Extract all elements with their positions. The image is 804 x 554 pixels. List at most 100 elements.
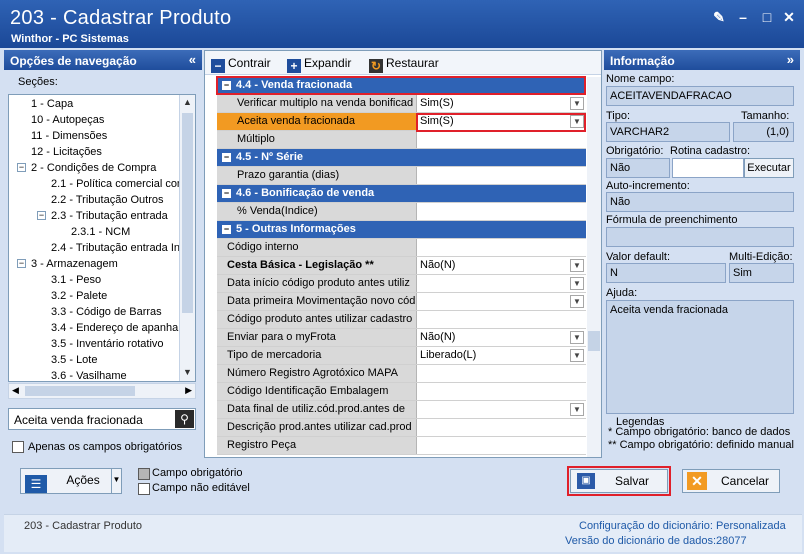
grid-property[interactable]: Data final de utiliz.cód.prod.antes de ▼ [217,401,586,419]
tree-item[interactable]: 2.1 - Política comercial comp [51,177,192,191]
tree-item[interactable]: 3.5 - Inventário rotativo [51,337,164,351]
grid-property[interactable]: Registro Peça [217,437,586,455]
grid-property[interactable]: Código interno [217,239,586,257]
search-icon[interactable]: ⚲ [175,410,194,428]
property-value[interactable] [418,419,586,436]
grid-property[interactable]: Cesta Básica - Legislação ** Não(N) ▼ [217,257,586,275]
property-value[interactable] [418,383,586,400]
property-value[interactable] [418,239,586,256]
tree-item[interactable]: 3.1 - Peso [51,273,101,287]
section-search[interactable]: Aceita venda fracionada ⚲ [8,408,196,430]
property-value[interactable]: ▼ [418,275,586,292]
tree-collapse-toggle[interactable]: − [17,259,26,268]
property-value[interactable]: Não(N) ▼ [418,257,586,274]
grid-property[interactable]: % Venda(Indice) [217,203,586,221]
grid-property[interactable]: Descrição prod.antes utilizar cad.prod [217,419,586,437]
property-value[interactable] [418,167,586,184]
category-collapse-toggle[interactable]: − [222,225,231,234]
tree-item[interactable]: 3.5 - Lote [51,353,97,367]
chevron-down-icon[interactable]: ▼ [570,97,584,110]
scroll-right-arrow-icon[interactable]: ▶ [185,385,192,396]
edit-window-icon[interactable]: ✎ [710,8,728,26]
grid-category[interactable]: −4.4 - Venda fracionada [217,77,586,95]
chevron-down-icon[interactable]: ▼ [570,115,584,128]
collapse-info-icon[interactable]: » [787,52,794,67]
grid-category[interactable]: −5 - Outras Informações [217,221,586,239]
only-required-checkbox[interactable] [12,441,24,453]
property-value[interactable]: Liberado(L) ▼ [418,347,586,364]
restore-button[interactable]: ↻ Restaurar [369,54,439,73]
grid-property[interactable]: Tipo de mercadoria Liberado(L) ▼ [217,347,586,365]
collapse-button[interactable]: − Contrair [211,54,271,73]
tree-item[interactable]: 12 - Licitações [31,145,102,159]
grid-property[interactable]: Prazo garantia (dias) [217,167,586,185]
grid-category[interactable]: −4.5 - Nº Série [217,149,586,167]
property-value[interactable]: ▼ [418,293,586,310]
chevron-down-icon[interactable]: ▼ [570,259,584,272]
grid-property[interactable]: Data início código produto antes utiliz ▼ [217,275,586,293]
scroll-up-arrow-icon[interactable]: ▲ [182,97,193,109]
tree-item[interactable]: 3 - Armazenagem [31,257,118,271]
execute-button[interactable]: Executar [744,158,794,178]
expand-button[interactable]: + Expandir [287,54,351,73]
chevron-down-icon[interactable]: ▼ [570,277,584,290]
hscroll-thumb[interactable] [25,386,135,396]
tree-item[interactable]: 3.4 - Endereço de apanha [51,321,178,335]
tree-item[interactable]: 2.4 - Tributação entrada In [51,241,180,255]
grid-property[interactable]: Data primeira Movimentação novo cód ▼ [217,293,586,311]
grid-scroll-thumb[interactable] [588,331,600,351]
property-value[interactable] [418,203,586,220]
tree-item[interactable]: 2.3.1 - NCM [71,225,130,239]
minimize-button[interactable]: – [734,8,752,26]
property-value[interactable]: Não(N) ▼ [418,329,586,346]
actions-button[interactable]: ☰ Ações ▼ [20,468,122,494]
tree-scrollbar[interactable]: ▲ ▼ [179,95,195,381]
category-collapse-toggle[interactable]: − [222,189,231,198]
search-input[interactable]: Aceita venda fracionada [14,413,143,427]
scroll-down-arrow-icon[interactable]: ▼ [182,367,193,379]
tree-collapse-toggle[interactable]: − [17,163,26,172]
category-collapse-toggle[interactable]: − [222,81,231,90]
grid-category[interactable]: −4.6 - Bonificação de venda [217,185,586,203]
grid-property[interactable]: Múltiplo [217,131,586,149]
category-collapse-toggle[interactable]: − [222,153,231,162]
tree-collapse-toggle[interactable]: − [37,211,46,220]
tree-item[interactable]: 11 - Dimensões [31,129,107,143]
cancel-button[interactable]: ✕ Cancelar [682,469,780,493]
property-value[interactable]: ▼ [418,401,586,418]
grid-scrollbar[interactable] [587,77,601,457]
chevron-down-icon[interactable]: ▼ [570,295,584,308]
scroll-thumb[interactable] [182,113,193,313]
tree-hscrollbar[interactable]: ◀ ▶ [8,383,196,399]
chevron-down-icon[interactable]: ▼ [570,403,584,416]
chevron-down-icon[interactable]: ▼ [111,469,121,493]
close-button[interactable]: ✕ [780,8,798,26]
grid-property[interactable]: Enviar para o myFrota Não(N) ▼ [217,329,586,347]
property-value[interactable]: Sim(S) ▼ [418,95,586,112]
grid-property[interactable]: Verificar multiplo na venda bonificad Sim… [217,95,586,113]
tree-item[interactable]: 2.2 - Tributação Outros [51,193,164,207]
chevron-down-icon[interactable]: ▼ [570,349,584,362]
tree-item[interactable]: 3.2 - Palete [51,289,107,303]
grid-property[interactable]: Código Identificação Embalagem [217,383,586,401]
save-button[interactable]: ▣ Salvar [570,469,668,493]
property-value[interactable] [418,365,586,382]
property-value[interactable] [418,131,586,148]
tree-item[interactable]: 3.3 - Código de Barras [51,305,162,319]
property-value[interactable] [418,437,586,454]
grid-property[interactable]: Código produto antes utilizar cadastro [217,311,586,329]
chevron-down-icon[interactable]: ▼ [570,331,584,344]
tree-item[interactable]: 2 - Condições de Compra [31,161,156,175]
tree-item[interactable]: 1 - Capa [31,97,73,111]
property-value[interactable]: Sim(S) ▼ [418,113,586,130]
tree-item[interactable]: 2.3 - Tributação entrada [51,209,168,223]
sections-tree[interactable]: 3.6 - Vasilhame 3.5 - Lote 3.5 - Inventári… [8,94,196,382]
property-value[interactable] [418,311,586,328]
scroll-left-arrow-icon[interactable]: ◀ [12,385,19,396]
grid-property-selected[interactable]: Aceita venda fracionada Sim(S) ▼ [217,113,586,131]
tree-item[interactable]: 10 - Autopeças [31,113,104,127]
tree-item[interactable]: 3.6 - Vasilhame [51,369,127,381]
maximize-button[interactable]: □ [758,8,776,26]
collapse-panel-icon[interactable]: « [189,52,196,67]
grid-property[interactable]: Número Registro Agrotóxico MAPA [217,365,586,383]
